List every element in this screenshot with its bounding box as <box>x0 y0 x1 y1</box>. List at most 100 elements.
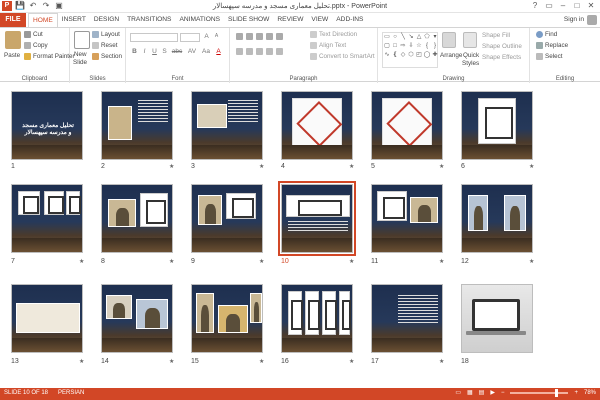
format-painter-button[interactable]: Format Painter <box>24 53 75 60</box>
line-spacing-icon[interactable] <box>276 33 283 40</box>
shape-fill-button[interactable]: Shape Fill <box>482 32 510 39</box>
slide-thumbnail-8[interactable] <box>101 184 173 253</box>
columns-icon[interactable] <box>276 48 283 55</box>
new-slide-icon[interactable] <box>74 31 90 49</box>
strikethrough-button[interactable]: abc <box>170 48 184 55</box>
ribbon-display-button[interactable]: ▭ <box>542 0 556 12</box>
start-slideshow-icon[interactable]: ▣ <box>54 1 64 11</box>
zoom-out-icon[interactable]: − <box>501 390 505 396</box>
slide-thumbnail-13[interactable] <box>11 284 83 353</box>
align-center-icon[interactable] <box>246 48 253 55</box>
tab-view[interactable]: VIEW <box>307 13 332 27</box>
brace-icon[interactable]: { <box>423 42 431 51</box>
line-icon[interactable]: ╲ <box>399 33 407 42</box>
zoom-slider[interactable] <box>510 388 569 397</box>
zoom-level[interactable]: 78% <box>584 390 596 396</box>
oval-icon[interactable]: ○ <box>391 33 399 42</box>
undo-icon[interactable]: ↶ <box>28 1 38 11</box>
slide-thumbnail-9[interactable] <box>191 184 263 253</box>
tab-slide-show[interactable]: SLIDE SHOW <box>224 13 273 27</box>
grow-font-button[interactable]: A <box>202 33 211 40</box>
normal-view-icon[interactable]: ▭ <box>455 389 461 396</box>
slide-thumbnail-7[interactable] <box>11 184 83 253</box>
redo-icon[interactable]: ↷ <box>41 1 51 11</box>
pentagon-icon[interactable]: ⬠ <box>423 33 431 42</box>
hexagon-icon[interactable]: ⬡ <box>407 51 415 60</box>
shape-effects-button[interactable]: Shape Effects <box>482 54 521 61</box>
slide-thumbnail-1[interactable]: تحلیل معماری مسجد و مدرسه سپهسالار <box>11 91 83 160</box>
slide-sorter-view-icon[interactable]: ▦ <box>467 389 473 396</box>
decrease-indent-icon[interactable] <box>256 33 263 40</box>
shrink-font-button[interactable]: A <box>212 33 221 39</box>
arrow-icon[interactable]: ↘ <box>407 33 415 42</box>
reset-button[interactable]: Reset <box>92 42 117 49</box>
slide-thumbnail-16[interactable] <box>281 284 353 353</box>
copy-button[interactable]: Copy <box>24 42 48 49</box>
select-button[interactable]: Select <box>536 53 563 60</box>
more-shapes-icon[interactable]: ▾ <box>431 33 439 42</box>
paste-icon[interactable] <box>5 31 21 49</box>
zoom-in-icon[interactable]: + <box>574 390 578 396</box>
justify-icon[interactable] <box>266 48 273 55</box>
align-text-button[interactable]: Align Text <box>310 42 346 49</box>
replace-button[interactable]: Replace <box>536 42 568 49</box>
tab-animations[interactable]: ANIMATIONS <box>175 13 224 27</box>
slide-thumbnail-5[interactable] <box>371 91 443 160</box>
rounded-rect-icon[interactable]: ▢ <box>383 42 391 51</box>
quick-styles-button[interactable]: Quick <box>463 52 479 59</box>
save-icon[interactable]: 💾 <box>15 1 25 11</box>
file-tab[interactable]: FILE <box>0 13 26 27</box>
maximize-button[interactable]: □ <box>570 0 584 12</box>
slide-thumbnail-3[interactable] <box>191 91 263 160</box>
font-name-input[interactable] <box>130 33 178 42</box>
avatar[interactable] <box>587 15 597 25</box>
italic-button[interactable]: I <box>140 48 149 55</box>
font-color-button[interactable]: A <box>214 48 223 55</box>
slide-thumbnail-4[interactable] <box>281 91 353 160</box>
section-button[interactable]: Section <box>92 53 122 60</box>
tab-insert[interactable]: INSERT <box>58 13 90 27</box>
left-brace-icon[interactable]: ❴ <box>391 51 399 60</box>
shapes-gallery[interactable]: ▭ ○ ╲ ↘ △ ⬠ ▾ ▢ □ ⇨ ⇩ ☆{} ∿ ❴ ◇ ⬡ ◰ ◯ ✚ <box>382 32 438 68</box>
star-shape-icon[interactable]: ☆ <box>415 42 423 51</box>
slide-thumbnail-2[interactable] <box>101 91 173 160</box>
arrange-button[interactable]: Arrange <box>440 52 462 59</box>
cross-icon[interactable]: ✚ <box>431 51 439 60</box>
slide-thumbnail-11[interactable] <box>371 184 443 253</box>
tab-home[interactable]: HOME <box>28 13 58 27</box>
right-arrow-icon[interactable]: ⇨ <box>399 42 407 51</box>
slide-thumbnail-18[interactable] <box>461 284 533 353</box>
triangle-icon[interactable]: △ <box>415 33 423 42</box>
help-button[interactable]: ? <box>528 0 542 12</box>
square-icon[interactable]: □ <box>391 42 399 51</box>
text-direction-button[interactable]: Text Direction <box>310 31 357 38</box>
brace-right-icon[interactable]: } <box>431 42 439 51</box>
slide-thumbnail-12[interactable] <box>461 184 533 253</box>
bullets-icon[interactable] <box>236 33 243 40</box>
language-indicator[interactable]: PERSIAN <box>58 390 84 396</box>
powerpoint-logo-icon[interactable]: P <box>2 1 12 11</box>
callout-icon[interactable]: ◰ <box>415 51 423 60</box>
increase-indent-icon[interactable] <box>266 33 273 40</box>
slide-thumbnail-17[interactable] <box>371 284 443 353</box>
cut-button[interactable]: Cut <box>24 31 43 38</box>
zoom-slider-thumb[interactable] <box>555 388 559 397</box>
align-right-icon[interactable] <box>256 48 263 55</box>
slideshow-view-icon[interactable]: ▶ <box>490 389 495 396</box>
convert-smartart-button[interactable]: Convert to SmartArt <box>310 53 375 60</box>
shape-outline-button[interactable]: Shape Outline <box>482 43 522 50</box>
close-button[interactable]: ✕ <box>584 0 598 12</box>
down-arrow-icon[interactable]: ⇩ <box>407 42 415 51</box>
diamond-icon[interactable]: ◇ <box>399 51 407 60</box>
tab-review[interactable]: REVIEW <box>273 13 307 27</box>
new-slide-button[interactable]: New <box>74 51 87 58</box>
paste-button[interactable]: Paste <box>4 52 20 59</box>
font-size-input[interactable] <box>180 33 200 42</box>
bold-button[interactable]: B <box>130 48 139 55</box>
slide-thumbnail-15[interactable] <box>191 284 263 353</box>
character-spacing-button[interactable]: AV <box>186 48 198 55</box>
rectangle-icon[interactable]: ▭ <box>383 33 391 42</box>
sign-in-link[interactable]: Sign in <box>564 13 584 27</box>
tab-add-ins[interactable]: ADD-INS <box>332 13 367 27</box>
tab-transitions[interactable]: TRANSITIONS <box>123 13 175 27</box>
